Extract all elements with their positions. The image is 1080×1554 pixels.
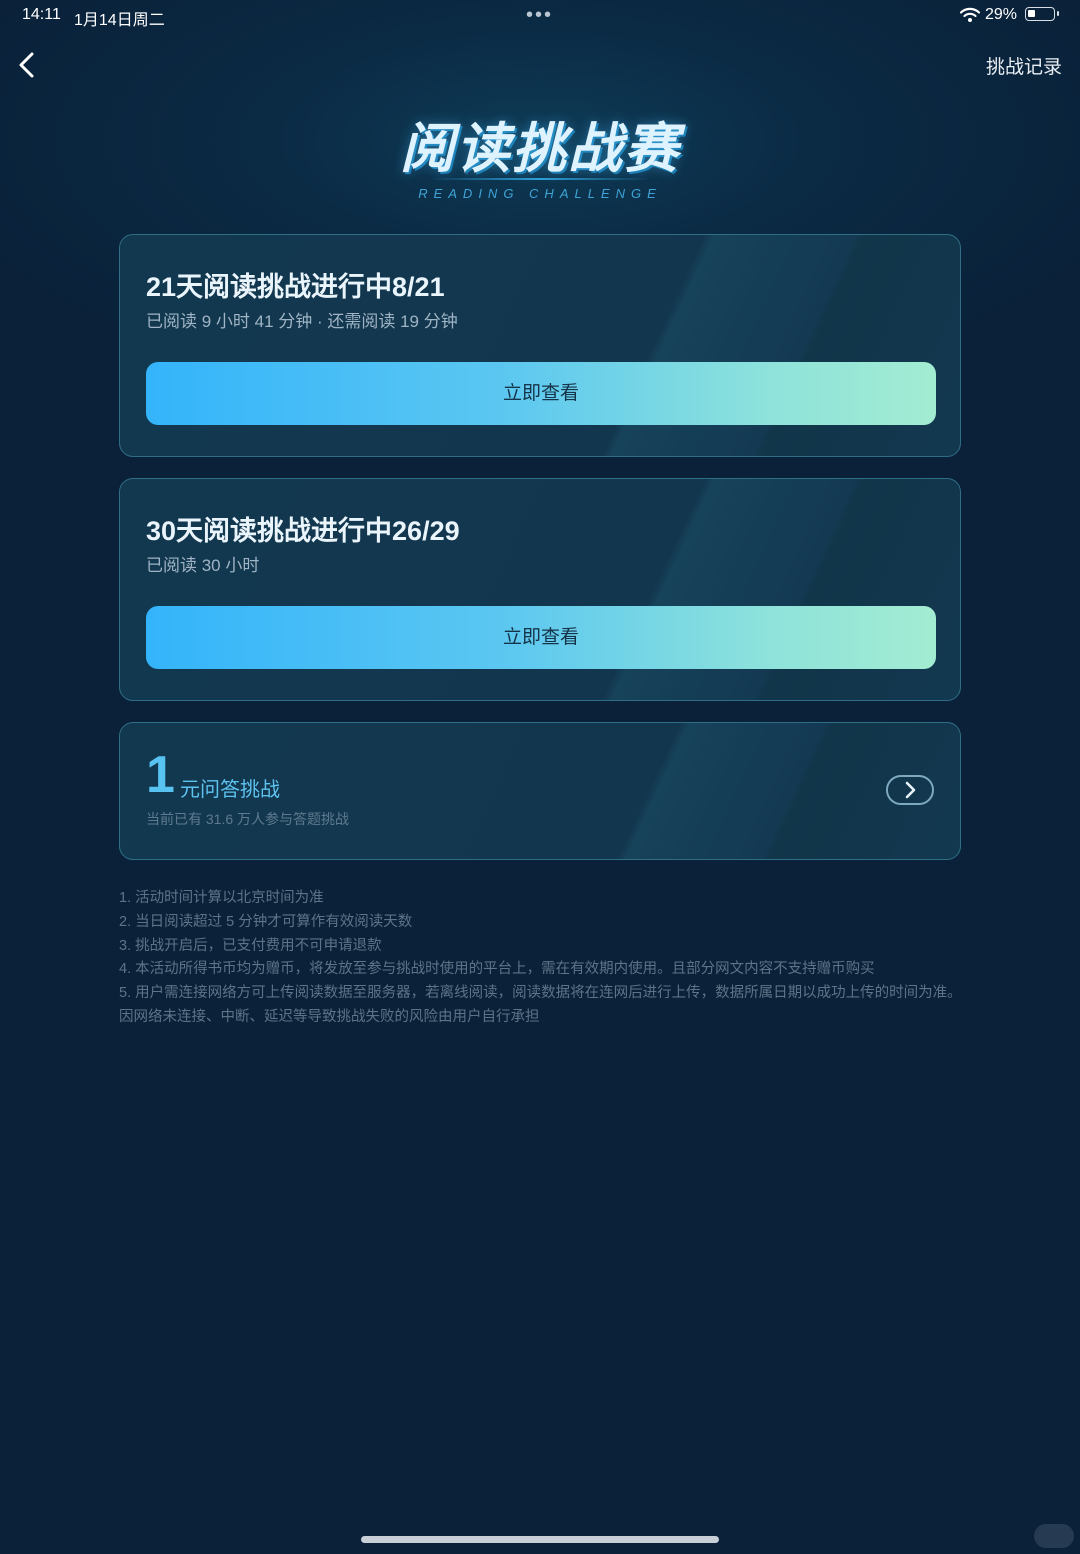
battery-fill xyxy=(1028,10,1035,17)
rule-item: 5. 用户需连接网络方可上传阅读数据至服务器，若离线阅读，阅读数据将在连网后进行… xyxy=(119,985,962,1025)
status-bar: 14:11 1月14日周二 ••• 29% xyxy=(0,0,1080,32)
back-button[interactable] xyxy=(14,50,44,80)
battery-percent: 29% xyxy=(985,6,1018,23)
rule-item: 4. 本活动所得书币均为赠币，将发放至参与挑战时使用的平台上，需在有效期内使用。… xyxy=(119,961,875,978)
quiz-challenge-card[interactable]: 1 元问答挑战 当前已有 31.6 万人参与答题挑战 xyxy=(119,722,961,860)
view-challenge-button[interactable]: 立即查看 xyxy=(146,606,936,669)
challenge-title: 21天阅读挑战进行中8/21 xyxy=(146,272,445,302)
status-time: 14:11 xyxy=(22,6,61,23)
page-subtitle: READING CHALLENGE xyxy=(418,186,662,201)
rules-list: 1. 活动时间计算以北京时间为准 2. 当日阅读超过 5 分钟才可算作有效阅读天… xyxy=(119,887,969,1030)
chevron-left-icon xyxy=(19,52,34,78)
challenge-card-30-day: 30天阅读挑战进行中26/29 已阅读 30 小时 立即查看 xyxy=(119,478,961,701)
view-challenge-button[interactable]: 立即查看 xyxy=(146,362,936,425)
challenge-card-21-day: 21天阅读挑战进行中8/21 已阅读 9 小时 41 分钟 · 还需阅读 19 … xyxy=(119,234,961,457)
assistive-touch-icon[interactable] xyxy=(1034,1524,1074,1548)
challenge-records-link[interactable]: 挑战记录 xyxy=(986,52,1062,79)
rule-item: 1. 活动时间计算以北京时间为准 xyxy=(119,890,324,906)
home-indicator[interactable] xyxy=(361,1536,719,1543)
quiz-enter-button[interactable] xyxy=(886,775,934,805)
title-divider xyxy=(430,178,650,180)
multitask-dots[interactable]: ••• xyxy=(526,5,553,25)
page-title: 阅读挑战赛 xyxy=(400,119,680,179)
challenge-title: 30天阅读挑战进行中26/29 xyxy=(146,516,460,546)
battery-icon xyxy=(1025,7,1059,21)
rule-item: 3. 挑战开启后，已支付费用不可申请退款 xyxy=(119,937,382,954)
challenge-progress: 已阅读 9 小时 41 分钟 · 还需阅读 19 分钟 xyxy=(146,312,458,331)
challenge-progress: 已阅读 30 小时 xyxy=(146,556,260,575)
quiz-title: 元问答挑战 xyxy=(180,779,280,801)
chevron-right-icon xyxy=(905,781,916,799)
quiz-amount: 1 xyxy=(146,746,175,804)
quiz-participants: 当前已有 31.6 万人参与答题挑战 xyxy=(146,811,350,827)
rule-item: 2. 当日阅读超过 5 分钟才可算作有效阅读天数 xyxy=(119,913,413,930)
status-date: 1月14日周二 xyxy=(74,12,165,29)
wifi-icon xyxy=(959,7,981,28)
